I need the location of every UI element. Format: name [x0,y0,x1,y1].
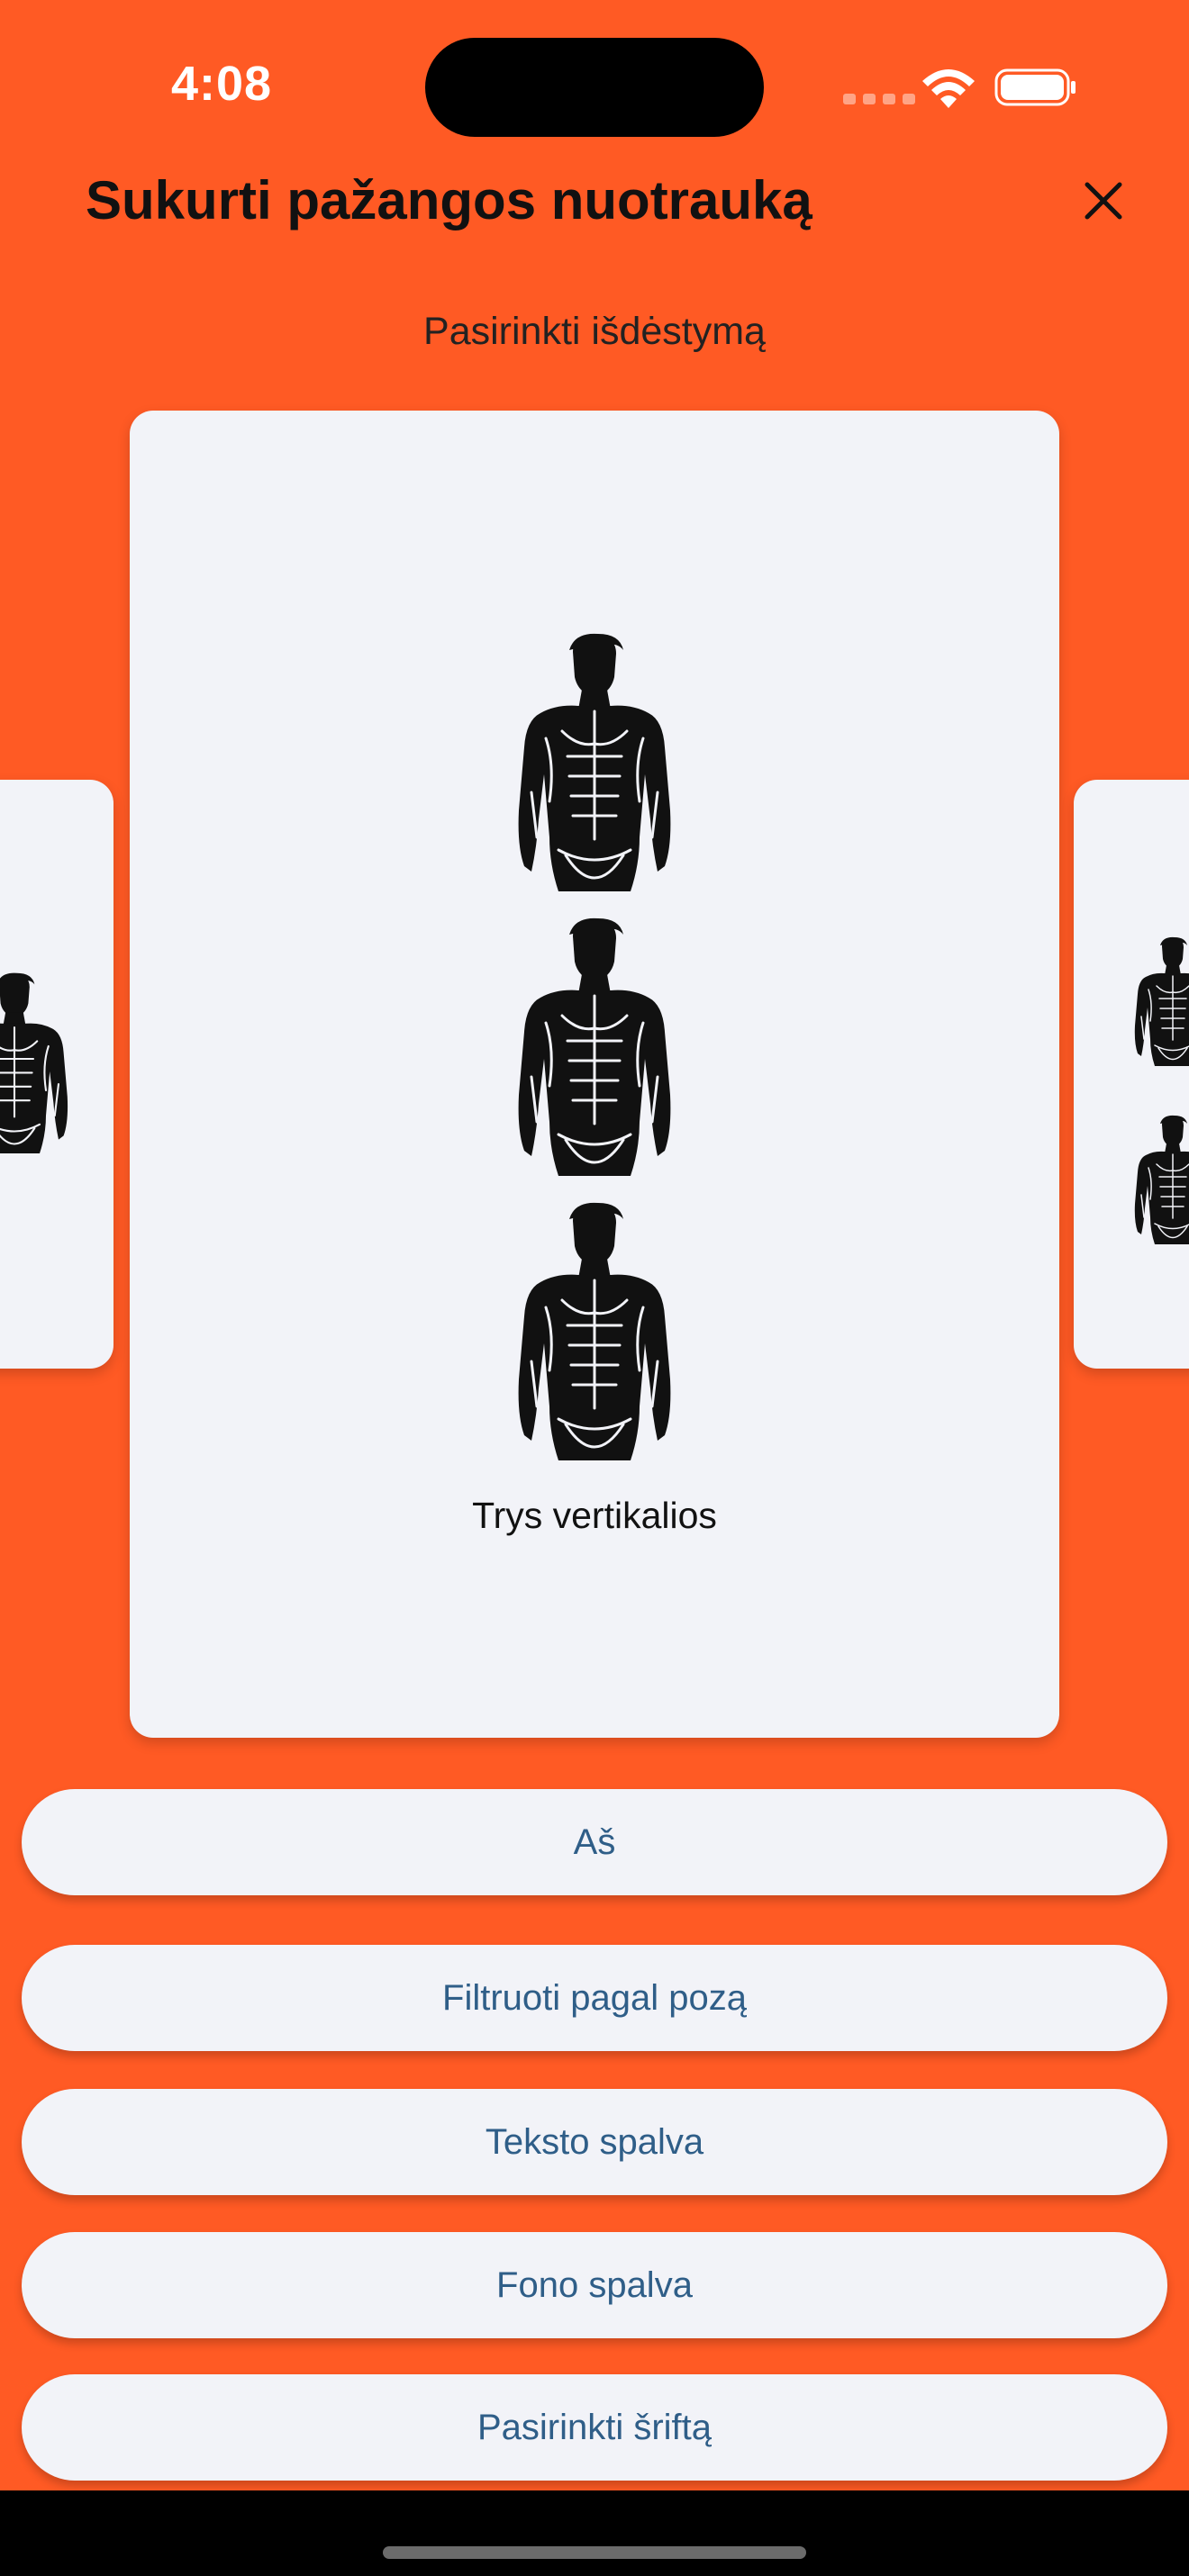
close-button[interactable] [1074,171,1133,230]
page-title: Sukurti pažangos nuotrauką [86,170,812,230]
body-silhouette-icon [504,1199,685,1469]
background-color-button[interactable]: Fono spalva [22,2232,1167,2338]
me-button[interactable]: Aš [22,1789,1167,1895]
dynamic-island [425,38,764,137]
layout-card-next[interactable] [1074,780,1189,1369]
body-silhouette-icon [1128,935,1189,1071]
layout-card-selected[interactable]: Trys vertikalios [130,411,1059,1738]
body-silhouette-icon [1128,1113,1189,1250]
layout-name: Trys vertikalios [472,1495,717,1536]
body-silhouette-icon [504,630,685,900]
status-time: 4:08 [171,57,273,111]
body-silhouette-icon [0,971,77,1160]
layout-picker-label: Pasirinkti išdėstymą [423,310,766,353]
bottom-bar [0,2490,1189,2576]
screen: 4:08 Sukurti pažangos nuotrauką Pasirink… [0,0,1189,2576]
text-color-button[interactable]: Teksto spalva [22,2089,1167,2195]
battery-icon [994,68,1076,106]
layout-card-previous[interactable] [0,780,113,1369]
choose-font-button[interactable]: Pasirinkti šriftą [22,2374,1167,2481]
filter-by-pose-button[interactable]: Filtruoti pagal pozą [22,1945,1167,2051]
wifi-icon [922,69,975,108]
cellular-signal-icon [843,94,917,106]
close-icon [1085,182,1122,220]
body-silhouette-icon [504,915,685,1185]
home-indicator[interactable] [383,2546,806,2559]
